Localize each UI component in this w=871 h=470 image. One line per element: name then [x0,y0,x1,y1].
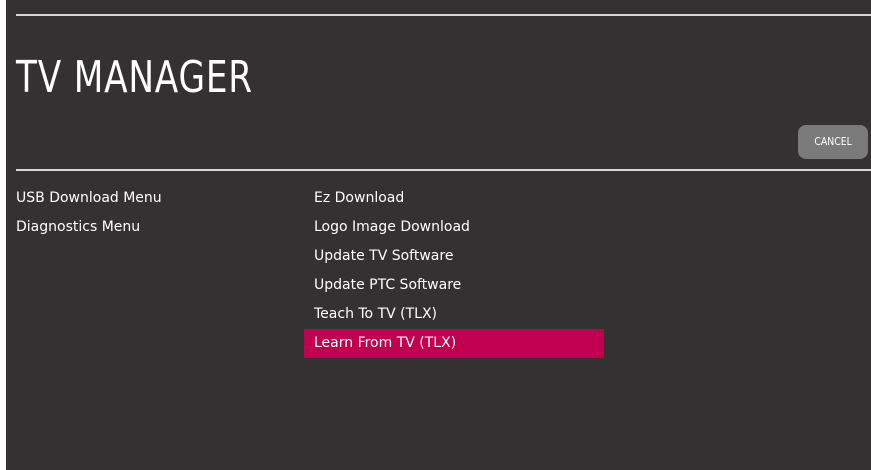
top-divider [16,14,871,16]
left-menu: USB Download Menu Diagnostics Menu [16,184,162,242]
menu-item-usb-download[interactable]: USB Download Menu [16,184,162,213]
submenu-item-ez-download[interactable]: Ez Download [304,184,604,213]
submenu-item-teach-to-tv[interactable]: Teach To TV (TLX) [304,300,604,329]
header-divider [16,169,871,171]
submenu-item-update-ptc-software[interactable]: Update PTC Software [304,271,604,300]
submenu: Ez Download Logo Image Download Update T… [304,184,604,358]
submenu-item-update-tv-software[interactable]: Update TV Software [304,242,604,271]
menu-item-diagnostics[interactable]: Diagnostics Menu [16,213,162,242]
submenu-item-learn-from-tv[interactable]: Learn From TV (TLX) [304,329,604,358]
submenu-item-logo-image-download[interactable]: Logo Image Download [304,213,604,242]
cancel-button-label: CANCEL [814,135,852,148]
page-title: TV MANAGER [16,52,253,103]
tv-manager-screen: TV MANAGER CANCEL USB Download Menu Diag… [6,0,871,470]
cancel-button[interactable]: CANCEL [798,125,868,159]
